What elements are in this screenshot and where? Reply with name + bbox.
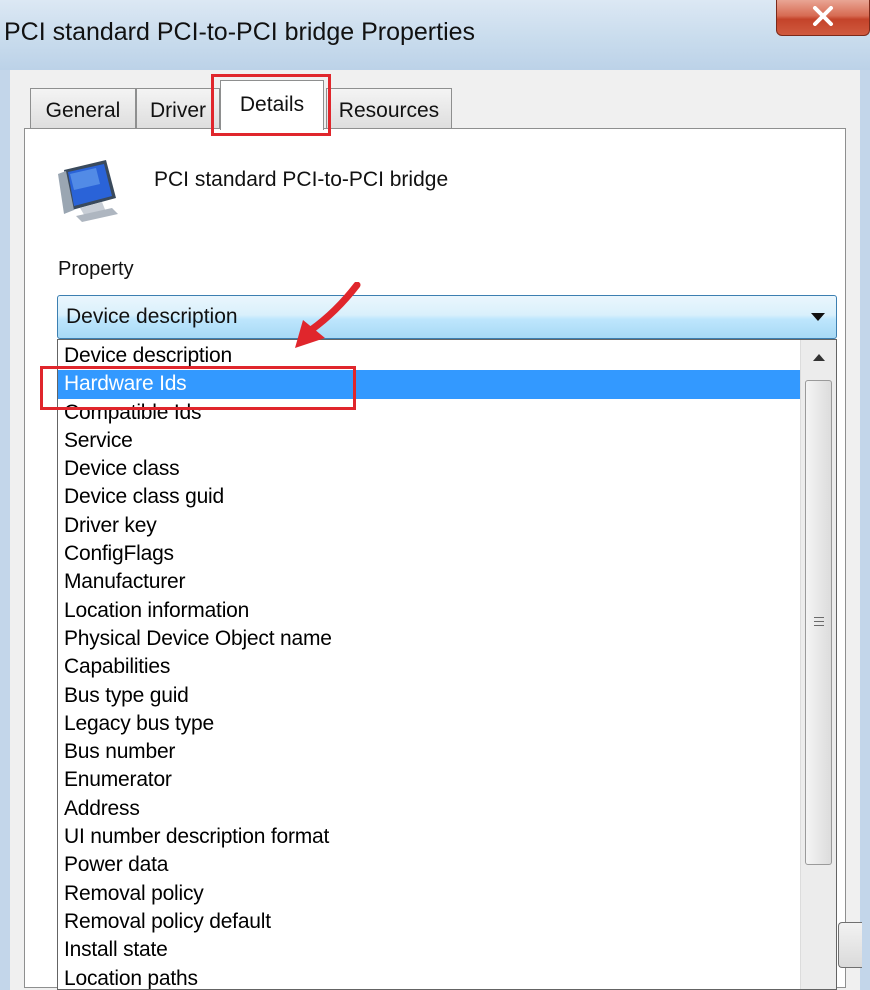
option-configflags[interactable]: ConfigFlags xyxy=(58,540,800,568)
property-dropdown[interactable]: Device description xyxy=(57,295,837,339)
tab-general[interactable]: General xyxy=(30,88,136,128)
tab-general-label: General xyxy=(45,99,121,122)
tab-resources-label: Resources xyxy=(338,99,440,122)
option-removal-policy[interactable]: Removal policy xyxy=(58,880,800,908)
options-list: Device description Hardware Ids Compatib… xyxy=(58,340,800,989)
scroll-up-button[interactable] xyxy=(801,340,836,376)
option-capabilities[interactable]: Capabilities xyxy=(58,653,800,681)
chevron-down-icon xyxy=(811,313,825,321)
title-bar: PCI standard PCI-to-PCI bridge Propertie… xyxy=(0,0,870,70)
window-frame-right xyxy=(860,70,870,990)
tab-resources[interactable]: Resources xyxy=(326,88,452,128)
option-legacy-bus-type[interactable]: Legacy bus type xyxy=(58,710,800,738)
option-manufacturer[interactable]: Manufacturer xyxy=(58,568,800,596)
option-install-state[interactable]: Install state xyxy=(58,936,800,964)
window-frame-left xyxy=(0,70,10,990)
tab-driver[interactable]: Driver xyxy=(136,88,220,128)
close-icon xyxy=(813,6,833,26)
property-selected-value: Device description xyxy=(66,305,238,328)
monitor-device-icon xyxy=(56,158,126,227)
option-driver-key[interactable]: Driver key xyxy=(58,512,800,540)
red-arrow-icon xyxy=(295,282,361,348)
option-location-paths[interactable]: Location paths xyxy=(58,965,800,989)
option-removal-policy-default[interactable]: Removal policy default xyxy=(58,908,800,936)
option-bus-type-guid[interactable]: Bus type guid xyxy=(58,682,800,710)
option-enumerator[interactable]: Enumerator xyxy=(58,766,800,794)
chevron-up-icon xyxy=(813,354,825,361)
scroll-thumb[interactable] xyxy=(805,380,832,865)
hardware-ids-highlight xyxy=(40,366,356,410)
dropdown-scrollbar[interactable] xyxy=(800,340,836,989)
close-button[interactable] xyxy=(776,0,870,36)
option-location-information[interactable]: Location information xyxy=(58,597,800,625)
option-bus-number[interactable]: Bus number xyxy=(58,738,800,766)
window-title: PCI standard PCI-to-PCI bridge Propertie… xyxy=(4,18,476,46)
option-device-class-guid[interactable]: Device class guid xyxy=(58,483,800,511)
property-options-list[interactable]: Device description Hardware Ids Compatib… xyxy=(57,339,837,990)
option-ui-number-description-format[interactable]: UI number description format xyxy=(58,823,800,851)
option-physical-device-object-name[interactable]: Physical Device Object name xyxy=(58,625,800,653)
option-address[interactable]: Address xyxy=(58,795,800,823)
option-power-data[interactable]: Power data xyxy=(58,851,800,879)
property-label: Property xyxy=(58,258,134,280)
details-tab-highlight xyxy=(211,74,331,136)
tab-driver-label: Driver xyxy=(150,99,206,122)
option-device-class[interactable]: Device class xyxy=(58,455,800,483)
device-name: PCI standard PCI-to-PCI bridge xyxy=(154,168,449,191)
dialog-button-partial[interactable] xyxy=(838,922,862,968)
option-service[interactable]: Service xyxy=(58,427,800,455)
grip-icon xyxy=(814,617,824,628)
